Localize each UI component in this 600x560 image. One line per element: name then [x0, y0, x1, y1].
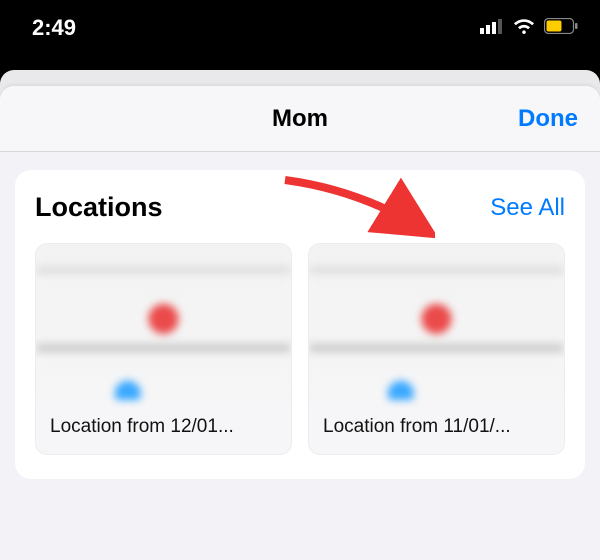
locations-list: Location from 12/01... Location from 11/…: [35, 243, 565, 455]
status-icons: [480, 17, 578, 40]
modal-sheet: Mom Done Locations See All Location from…: [0, 86, 600, 560]
cellular-icon: [480, 18, 504, 39]
map-thumbnail: [36, 244, 291, 400]
done-button[interactable]: Done: [518, 105, 578, 133]
location-item[interactable]: Location from 12/01...: [35, 243, 292, 455]
wifi-icon: [512, 17, 536, 40]
card-header: Locations See All: [35, 192, 565, 223]
battery-icon: [544, 18, 578, 39]
nav-bar: Mom Done: [0, 86, 600, 152]
status-time: 2:49: [32, 15, 76, 41]
page-title: Mom: [272, 105, 328, 133]
locations-card: Locations See All Location from 12/01...…: [15, 170, 585, 479]
status-bar: 2:49: [0, 0, 600, 56]
location-label: Location from 11/01/...: [309, 400, 564, 454]
map-thumbnail: [309, 244, 564, 400]
see-all-button[interactable]: See All: [490, 194, 565, 222]
location-label: Location from 12/01...: [36, 400, 291, 454]
location-item[interactable]: Location from 11/01/...: [308, 243, 565, 455]
content-area: Locations See All Location from 12/01...…: [0, 152, 600, 479]
locations-heading: Locations: [35, 192, 163, 223]
